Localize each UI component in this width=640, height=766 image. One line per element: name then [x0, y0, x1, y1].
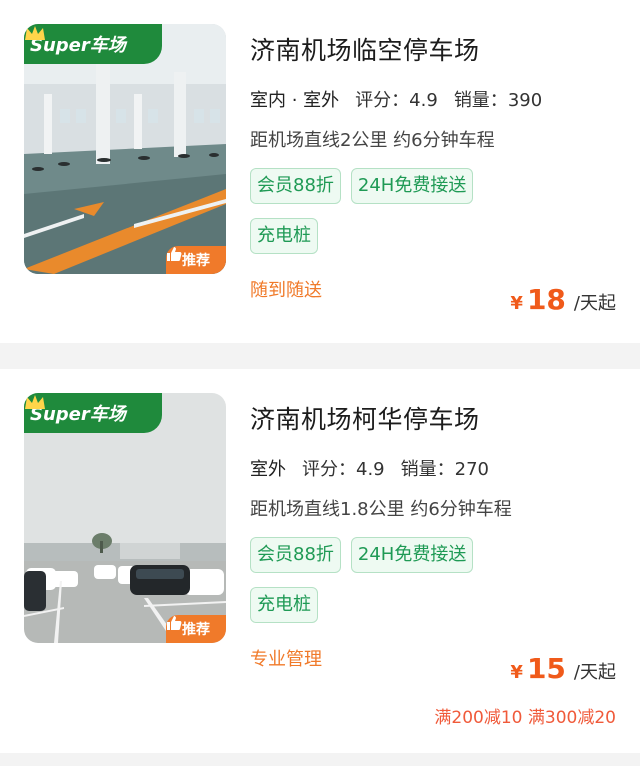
recommend-badge: 推荐	[166, 615, 226, 643]
tag-member-discount: 会员88折	[250, 168, 341, 204]
parking-meta: 室内 · 室外 评分：4.9 销量：390	[248, 86, 543, 115]
thumbs-up-icon	[167, 247, 182, 261]
parking-meta: 室外 评分：4.9 销量：270	[248, 455, 489, 484]
price-currency: ¥	[510, 293, 523, 314]
rating: 评分：4.9	[302, 459, 385, 480]
price-value: 15	[526, 652, 566, 685]
super-parking-badge: Super车场	[24, 24, 162, 64]
price: ¥ 18 /天起	[510, 283, 616, 316]
location-type: 室外	[248, 455, 290, 484]
parking-card[interactable]: Super车场 推荐 济南机场柯华停车场 室外 评分：4.9 销量：270 距机…	[0, 369, 640, 753]
distance-info: 距机场直线1.8公里 约6分钟车程	[250, 499, 512, 520]
tag-member-discount: 会员88折	[250, 537, 341, 573]
price-value: 18	[526, 283, 566, 316]
parking-photo[interactable]: Super车场 推荐	[24, 24, 226, 274]
price: ¥ 15 /天起	[510, 652, 616, 685]
price-unit: /天起	[573, 293, 616, 314]
tag-charging-pile: 充电桩	[250, 218, 318, 254]
parking-list: Super车场 推荐 济南机场临空停车场 室内 · 室外 评分：4.9 销量：3…	[0, 0, 640, 766]
crown-icon	[25, 395, 45, 409]
tag-free-shuttle: 24H免费接送	[350, 537, 474, 573]
price-unit: /天起	[573, 662, 616, 683]
parking-card[interactable]: Super车场 推荐 济南机场临空停车场 室内 · 室外 评分：4.9 销量：3…	[0, 0, 640, 343]
promo-discount: 满200减10 满300减20	[434, 708, 616, 728]
crown-icon	[25, 26, 45, 40]
recommend-badge: 推荐	[166, 246, 226, 274]
service-note: 随到随送	[250, 280, 322, 301]
distance-info: 距机场直线2公里 约6分钟车程	[250, 130, 495, 151]
parking-title[interactable]: 济南机场临空停车场	[250, 31, 480, 67]
feature-tags: 会员88折 24H免费接送 充电桩	[250, 537, 474, 637]
thumbs-up-icon	[167, 616, 182, 630]
feature-tags: 会员88折 24H免费接送 充电桩	[250, 168, 474, 268]
parking-photo[interactable]: Super车场 推荐	[24, 393, 226, 643]
parking-title[interactable]: 济南机场柯华停车场	[250, 400, 480, 436]
sales: 销量：270	[400, 459, 489, 480]
recommend-label: 推荐	[182, 622, 210, 638]
tag-charging-pile: 充电桩	[250, 587, 318, 623]
price-currency: ¥	[510, 662, 523, 683]
tag-free-shuttle: 24H免费接送	[350, 168, 474, 204]
location-type: 室内 · 室外	[248, 86, 344, 115]
service-note: 专业管理	[250, 649, 322, 670]
super-parking-badge: Super车场	[24, 393, 162, 433]
recommend-label: 推荐	[182, 253, 210, 269]
rating: 评分：4.9	[355, 90, 438, 111]
sales: 销量：390	[453, 90, 543, 111]
